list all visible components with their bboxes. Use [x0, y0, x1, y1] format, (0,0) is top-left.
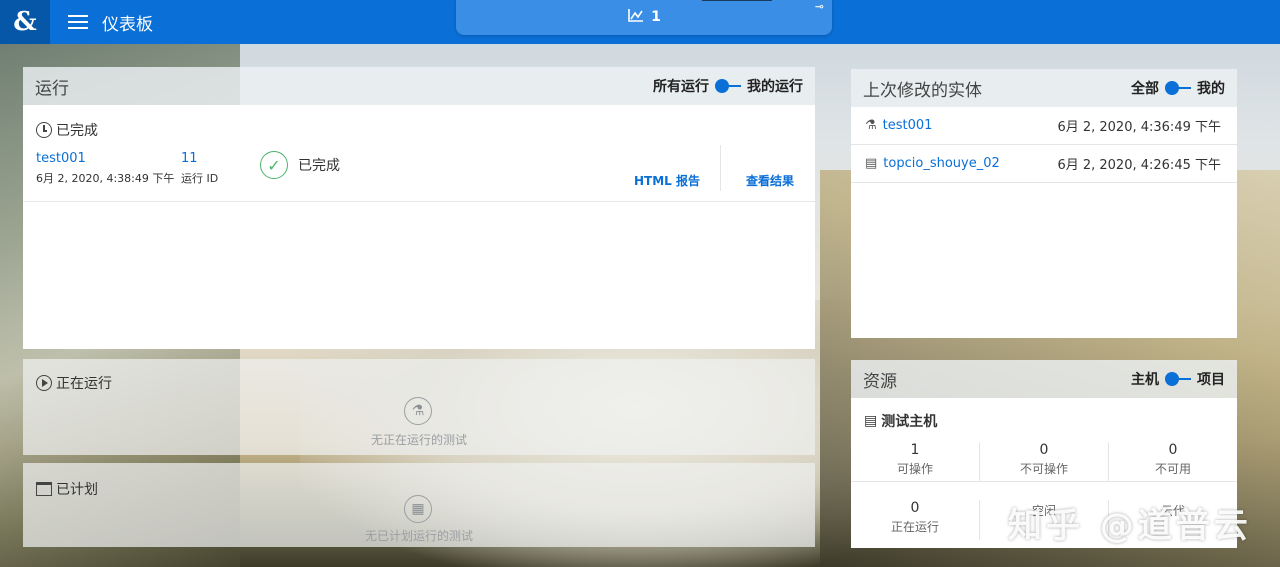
run-id-value[interactable]: 11 [181, 151, 218, 166]
entities-filter-toggle: 全部 我的 [1131, 78, 1225, 98]
calendar-icon [36, 482, 52, 496]
script-doc-icon: ▤ [865, 156, 878, 171]
stat-value: 1 [910, 442, 920, 458]
stat-label: 可操作 [896, 462, 933, 476]
stat-value: 0 [1168, 442, 1178, 458]
logo-mark: & [13, 7, 37, 37]
running-label-text: 正在运行 [56, 376, 112, 392]
toggle-all-runs[interactable]: 所有运行 [653, 76, 709, 96]
hamburger-menu-icon[interactable] [68, 15, 88, 29]
stat-value: 0 [910, 500, 920, 516]
stat-inoperable[interactable]: 0 不可操作 [980, 442, 1109, 481]
completed-section: 已完成 test001 6月 2, 2020, 4:38:49 下午 11 运行… [23, 105, 815, 349]
runs-panel: 运行 所有运行 我的运行 已完成 test001 6月 2, 2020, 4:3… [23, 67, 815, 547]
scheduled-label-text: 已计划 [56, 482, 98, 498]
entities-panel-header: 上次修改的实体 全部 我的 [851, 69, 1237, 107]
stat-operable[interactable]: 1 可操作 [851, 442, 980, 481]
host-stats-row1: 1 可操作 0 不可操作 0 不可用 [851, 442, 1237, 482]
toggle-mine[interactable]: 我的 [1197, 78, 1225, 98]
resources-title: 资源 [863, 371, 897, 392]
scheduled-label: 已计划 [36, 479, 98, 499]
stat-label: 不可操作 [1019, 462, 1068, 476]
entities-list: ⚗ test001 6月 2, 2020, 4:36:49 下午 ▤ topci… [851, 107, 1237, 338]
watermark: 知乎 @道普云 [1008, 506, 1252, 546]
toggle-hosts[interactable]: 主机 [1131, 369, 1159, 389]
top-bar: & 仪表板 1 ⊸ [0, 0, 1280, 44]
completed-run-row: test001 6月 2, 2020, 4:38:49 下午 11 运行 ID … [23, 145, 815, 202]
run-datetime: 6月 2, 2020, 4:38:49 下午 [36, 172, 175, 185]
entities-panel: 上次修改的实体 全部 我的 ⚗ test001 6月 2, 2020, 4:36… [851, 69, 1237, 338]
test-flask-icon: ⚗ [865, 118, 877, 133]
entity-row[interactable]: ▤ topcio_shouye_02 6月 2, 2020, 4:26:45 下… [851, 145, 1237, 183]
host-doc-icon: ▤ [864, 413, 878, 429]
completed-label: 已完成 [36, 120, 98, 140]
row-divider [720, 145, 721, 191]
stat-unavailable[interactable]: 0 不可用 [1109, 442, 1237, 481]
running-section: 正在运行 ⚗ 无正在运行的测试 [23, 359, 815, 455]
resources-panel-header: 资源 主机 项目 [851, 360, 1237, 398]
chart-runs-icon [627, 7, 645, 27]
pin-icon[interactable]: ⊸ [815, 0, 824, 13]
entity-name-link[interactable]: topcio_shouye_02 [883, 156, 999, 171]
run-count-tab[interactable]: 1 ⊸ [456, 0, 832, 35]
calendar-empty-icon: ▦ [404, 495, 432, 523]
entity-datetime: 6月 2, 2020, 4:36:49 下午 [1057, 120, 1221, 135]
runs-panel-header: 运行 所有运行 我的运行 [23, 67, 815, 105]
entity-row[interactable]: ⚗ test001 6月 2, 2020, 4:36:49 下午 [851, 107, 1237, 145]
completed-label-text: 已完成 [56, 123, 98, 139]
success-check-icon: ✓ [260, 151, 288, 179]
stat-label: 正在运行 [890, 520, 939, 534]
html-report-link[interactable]: HTML 报告 [634, 172, 700, 189]
toggle-projects[interactable]: 项目 [1197, 369, 1225, 389]
run-status: 已完成 [298, 158, 340, 174]
clock-icon [36, 122, 52, 138]
runs-filter-toggle: 所有运行 我的运行 [653, 76, 803, 96]
stat-value: 0 [1039, 442, 1049, 458]
test-hosts-label-text: 测试主机 [881, 414, 938, 430]
run-name-link[interactable]: test001 [36, 151, 174, 166]
flask-empty-icon: ⚗ [404, 397, 432, 425]
running-empty-text: 无正在运行的测试 [370, 433, 467, 447]
play-circle-icon [36, 375, 52, 391]
entities-title: 上次修改的实体 [863, 80, 982, 101]
run-id-label: 运行 ID [181, 172, 219, 185]
running-label: 正在运行 [36, 373, 112, 393]
stat-label: 不可用 [1154, 462, 1191, 476]
toggle-switch[interactable] [715, 79, 741, 93]
scheduled-section: 已计划 ▦ 无已计划运行的测试 [23, 463, 815, 547]
toggle-switch[interactable] [1165, 81, 1191, 95]
app-logo[interactable]: & [0, 0, 50, 44]
view-results-link[interactable]: 查看结果 [746, 172, 794, 189]
runs-title: 运行 [35, 78, 69, 99]
entity-datetime: 6月 2, 2020, 4:26:45 下午 [1057, 158, 1221, 173]
scheduled-empty-text: 无已计划运行的测试 [364, 529, 473, 543]
test-hosts-label: ▤ 测试主机 [864, 411, 937, 431]
entity-name-link[interactable]: test001 [883, 118, 933, 133]
toggle-switch[interactable] [1165, 372, 1191, 386]
page-title: 仪表板 [102, 14, 153, 35]
tab-accent-strip [702, 0, 772, 1]
toggle-all[interactable]: 全部 [1131, 78, 1159, 98]
resources-filter-toggle: 主机 项目 [1131, 369, 1225, 389]
toggle-my-runs[interactable]: 我的运行 [747, 76, 803, 96]
run-count: 1 [651, 8, 661, 25]
stat-running[interactable]: 0 正在运行 [851, 500, 980, 540]
